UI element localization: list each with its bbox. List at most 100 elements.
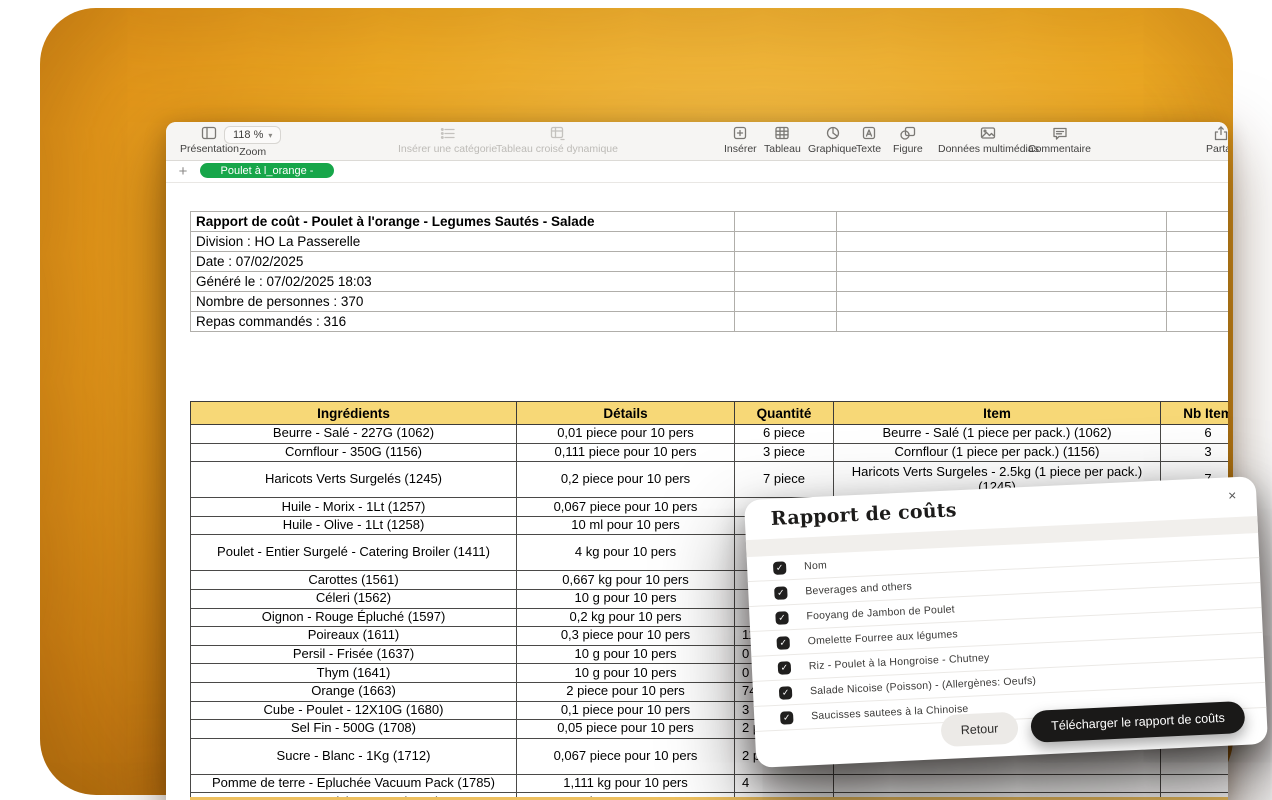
nbitem-cell[interactable] <box>1161 774 1229 793</box>
details-cell[interactable]: 2 piece pour 10 pers <box>517 682 735 701</box>
toolbar: Présentation 118 % ▾ Zoom Insérer une ca… <box>166 122 1228 161</box>
item-cell[interactable]: Beurre - Salé (1 piece per pack.) (1062) <box>834 425 1161 444</box>
quantity-cell[interactable]: 4 <box>735 774 834 793</box>
empty-cell[interactable] <box>735 232 837 252</box>
text-button[interactable]: Texte <box>856 126 881 155</box>
details-cell[interactable]: 10 g pour 10 pers <box>517 664 735 683</box>
ingredient-cell[interactable]: Huile - Morix - 1Lt (1257) <box>191 498 517 517</box>
ingredient-cell[interactable]: Huile - Olive - 1Lt (1258) <box>191 516 517 535</box>
modal-title: Rapport de coûts <box>770 499 957 530</box>
details-cell[interactable]: 10 g pour 10 pers <box>517 589 735 608</box>
info-cell[interactable]: Division : HO La Passerelle <box>191 232 735 252</box>
details-cell[interactable]: 0,1 piece pour 10 pers <box>517 701 735 720</box>
details-cell[interactable]: 0,2 piece pour 10 pers <box>517 462 735 498</box>
info-cell[interactable]: Généré le : 07/02/2025 18:03 <box>191 272 735 292</box>
info-cell[interactable]: Repas commandés : 316 <box>191 312 735 332</box>
ingredient-cell[interactable]: Céleri (1562) <box>191 589 517 608</box>
details-cell[interactable]: 0,067 piece pour 10 pers <box>517 498 735 517</box>
col-header-nbitem[interactable]: Nb Item <box>1161 402 1229 425</box>
col-header-item[interactable]: Item <box>834 402 1161 425</box>
empty-cell[interactable] <box>837 272 1167 292</box>
ingredient-cell[interactable]: Oignon - Rouge Épluché (1597) <box>191 608 517 627</box>
details-cell[interactable]: 0,111 piece pour 10 pers <box>517 443 735 462</box>
details-cell[interactable]: 10 ml pour 10 pers <box>517 516 735 535</box>
ingredient-cell[interactable]: Pomme de terre - Epluchée Vacuum Pack (1… <box>191 774 517 793</box>
checkbox-checked-icon[interactable]: ✓ <box>775 611 789 625</box>
empty-cell[interactable] <box>837 252 1167 272</box>
empty-cell[interactable] <box>1167 292 1229 312</box>
ingredient-cell[interactable]: Cube - Poulet - 12X10G (1680) <box>191 701 517 720</box>
empty-cell[interactable] <box>735 272 837 292</box>
dish-checklist: ✓Nom✓Beverages and others✓Fooyang de Jam… <box>747 533 1267 732</box>
info-cell[interactable]: Rapport de coût - Poulet à l'orange - Le… <box>191 212 735 232</box>
quantity-cell[interactable]: 3 piece <box>735 443 834 462</box>
empty-cell[interactable] <box>735 312 837 332</box>
checkbox-checked-icon[interactable]: ✓ <box>776 636 790 650</box>
empty-cell[interactable] <box>735 212 837 232</box>
empty-cell[interactable] <box>837 312 1167 332</box>
ingredient-cell[interactable]: Cornflour - 350G (1156) <box>191 443 517 462</box>
empty-cell[interactable] <box>735 252 837 272</box>
details-cell[interactable]: 0,3 piece pour 10 pers <box>517 627 735 646</box>
empty-cell[interactable] <box>1167 232 1229 252</box>
info-cell[interactable]: Date : 07/02/2025 <box>191 252 735 272</box>
shape-button[interactable]: Figure <box>893 126 923 155</box>
details-cell[interactable]: 0,05 piece pour 10 pers <box>517 720 735 739</box>
sheet-tab-active[interactable]: Poulet à l_orange - <box>200 163 334 178</box>
checkbox-checked-icon[interactable]: ✓ <box>774 586 788 600</box>
zoom-value-box[interactable]: 118 % ▾ <box>224 126 281 144</box>
empty-cell[interactable] <box>735 292 837 312</box>
info-row: Division : HO La Passerelle <box>191 232 1229 252</box>
details-cell[interactable]: 10 g pour 10 pers <box>517 645 735 664</box>
table-button[interactable]: Tableau <box>764 126 801 155</box>
checkbox-checked-icon[interactable]: ✓ <box>773 561 787 575</box>
details-cell[interactable]: 0,01 piece pour 10 pers <box>517 425 735 444</box>
quantity-cell[interactable]: 7 piece <box>735 462 834 498</box>
ingredient-cell[interactable]: Sucre - Blanc - 1Kg (1712) <box>191 738 517 774</box>
empty-cell[interactable] <box>1167 252 1229 272</box>
back-button[interactable]: Retour <box>940 712 1019 748</box>
empty-cell[interactable] <box>1167 272 1229 292</box>
item-cell[interactable] <box>834 774 1161 793</box>
quantity-cell[interactable]: 6 piece <box>735 425 834 444</box>
comment-button[interactable]: Commentaire <box>1028 126 1091 155</box>
media-button[interactable]: Données multimédias <box>938 126 1039 155</box>
empty-cell[interactable] <box>837 232 1167 252</box>
details-cell[interactable]: 0,2 kg pour 10 pers <box>517 608 735 627</box>
empty-cell[interactable] <box>837 292 1167 312</box>
ingredient-cell[interactable]: Poulet - Entier Surgelé - Catering Broil… <box>191 535 517 571</box>
nbitem-cell[interactable]: 3 <box>1161 443 1229 462</box>
ingredient-cell[interactable]: Poireaux (1611) <box>191 627 517 646</box>
details-cell[interactable]: 4 kg pour 10 pers <box>517 535 735 571</box>
cost-report-modal: × Rapport de coûts ✓Nom✓Beverages and ot… <box>744 476 1268 768</box>
ingredient-cell[interactable]: Carottes (1561) <box>191 571 517 590</box>
chart-button[interactable]: Graphique <box>808 126 857 155</box>
close-icon[interactable]: × <box>1224 487 1241 504</box>
insert-button[interactable]: Insérer <box>724 126 757 155</box>
empty-cell[interactable] <box>837 212 1167 232</box>
item-cell[interactable]: Cornflour (1 piece per pack.) (1156) <box>834 443 1161 462</box>
zoom-control[interactable]: 118 % ▾ Zoom <box>224 126 281 158</box>
info-row: Rapport de coût - Poulet à l'orange - Le… <box>191 212 1229 232</box>
add-sheet-button[interactable]: + <box>174 162 192 180</box>
checkbox-checked-icon[interactable]: ✓ <box>779 686 793 700</box>
ingredient-cell[interactable]: Orange (1663) <box>191 682 517 701</box>
checkbox-checked-icon[interactable]: ✓ <box>780 711 794 725</box>
col-header-quantity[interactable]: Quantité <box>735 402 834 425</box>
ingredient-cell[interactable]: Beurre - Salé - 227G (1062) <box>191 425 517 444</box>
checkbox-checked-icon[interactable]: ✓ <box>778 661 792 675</box>
ingredient-cell[interactable]: Persil - Frisée (1637) <box>191 645 517 664</box>
nbitem-cell[interactable]: 6 <box>1161 425 1229 444</box>
ingredient-cell[interactable]: Thym (1641) <box>191 664 517 683</box>
empty-cell[interactable] <box>1167 212 1229 232</box>
col-header-details[interactable]: Détails <box>517 402 735 425</box>
col-header-ingredients[interactable]: Ingrédients <box>191 402 517 425</box>
details-cell[interactable]: 0,067 piece pour 10 pers <box>517 738 735 774</box>
ingredient-cell[interactable]: Haricots Verts Surgelés (1245) <box>191 462 517 498</box>
share-button[interactable]: Partag <box>1206 126 1228 155</box>
details-cell[interactable]: 1,111 kg pour 10 pers <box>517 774 735 793</box>
empty-cell[interactable] <box>1167 312 1229 332</box>
ingredient-cell[interactable]: Sel Fin - 500G (1708) <box>191 720 517 739</box>
details-cell[interactable]: 0,667 kg pour 10 pers <box>517 571 735 590</box>
info-cell[interactable]: Nombre de personnes : 370 <box>191 292 735 312</box>
